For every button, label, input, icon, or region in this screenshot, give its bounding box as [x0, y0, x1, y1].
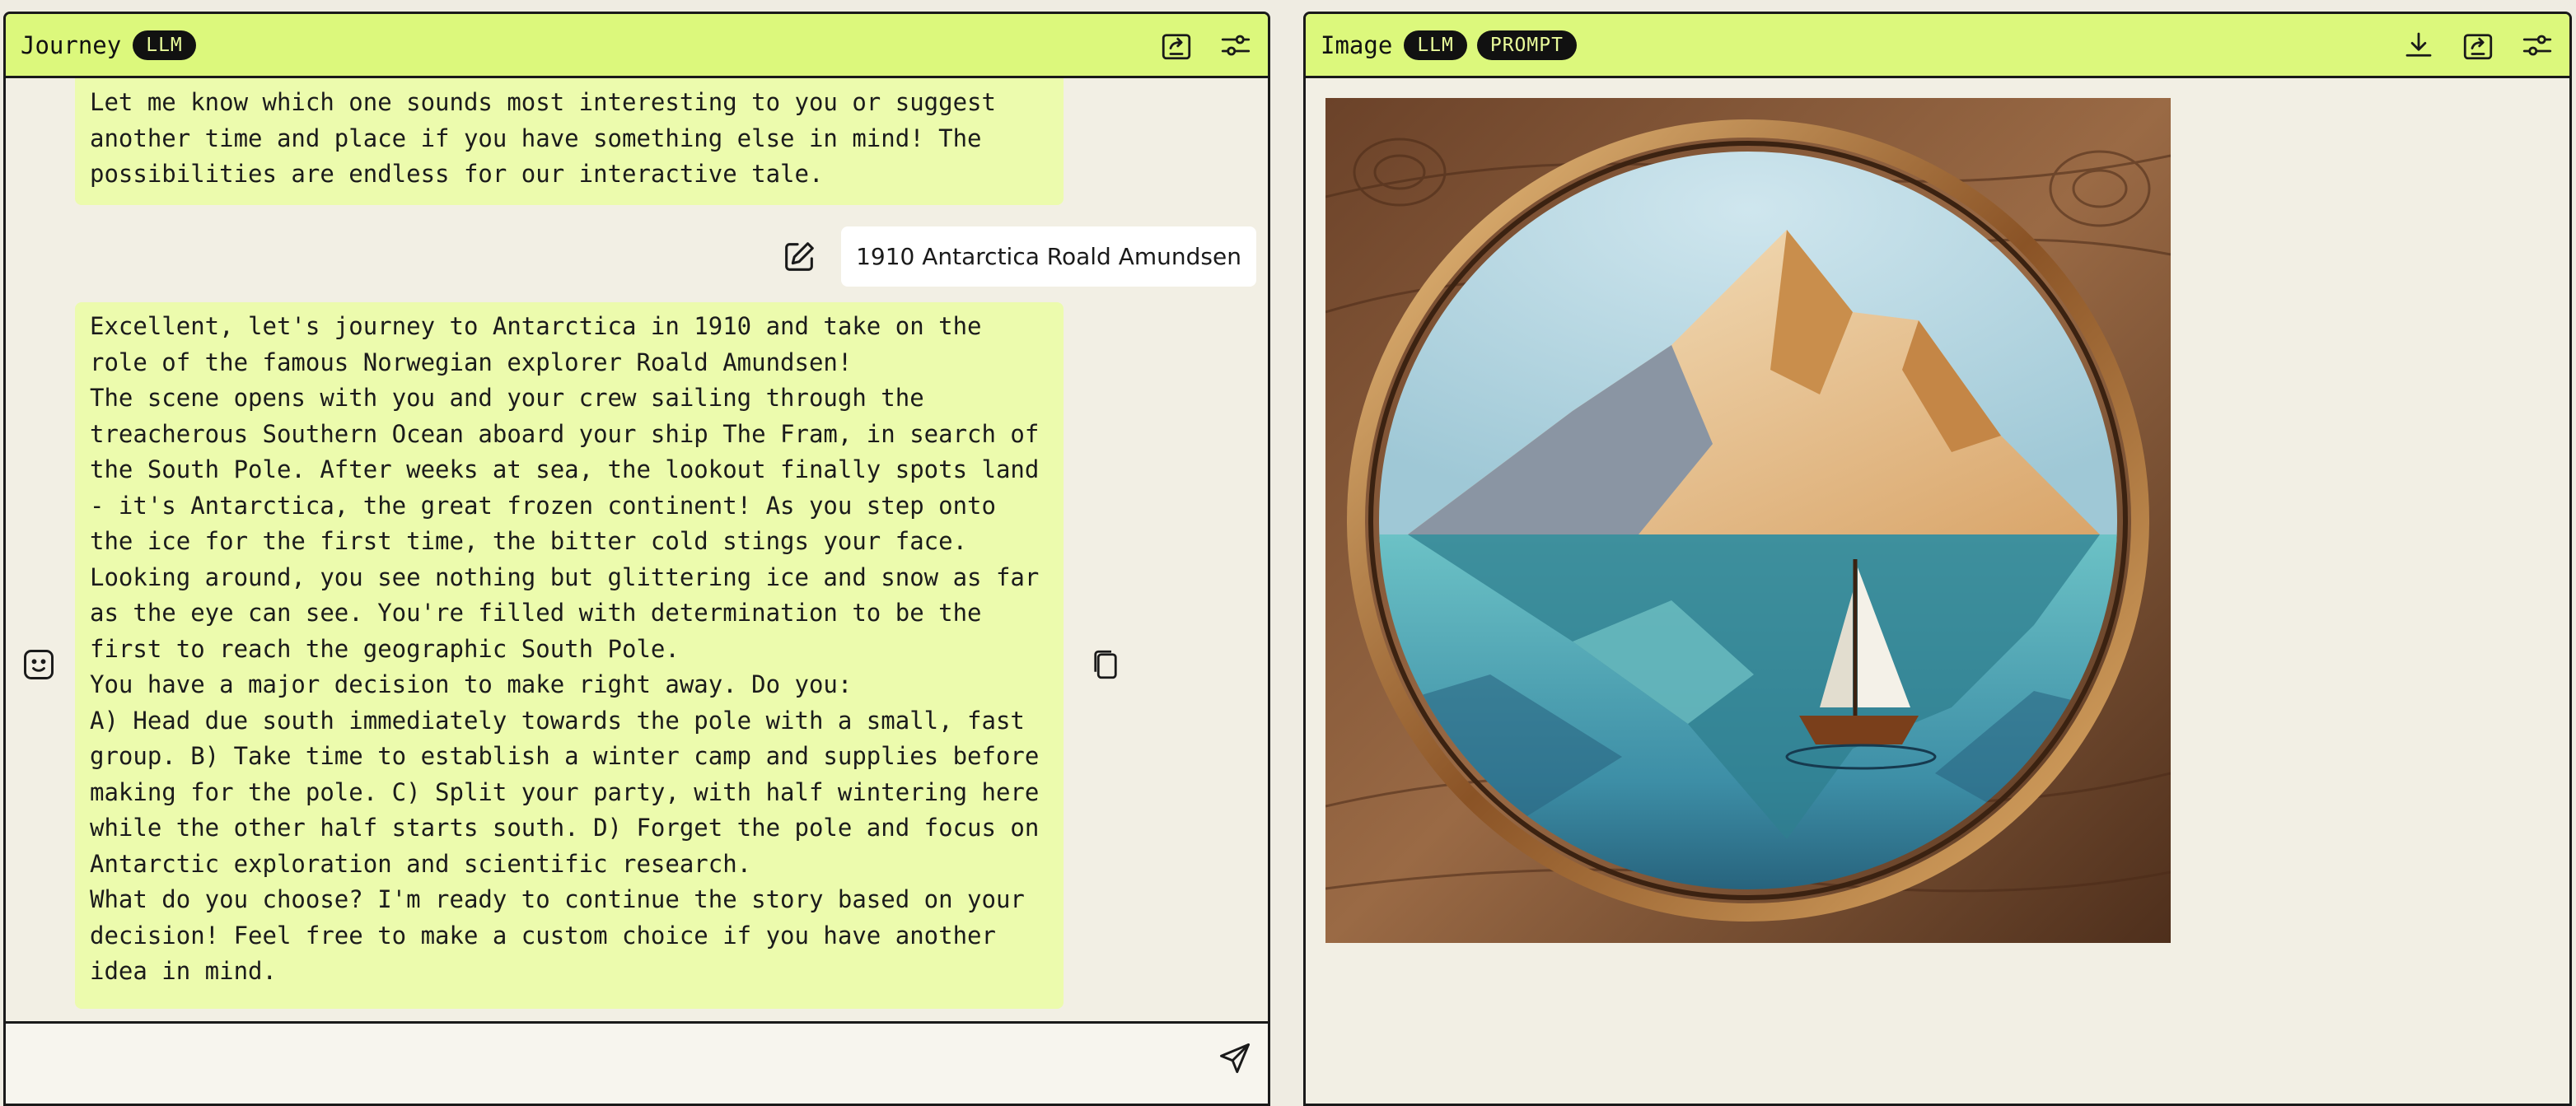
generated-image[interactable]: [1325, 98, 2171, 943]
assistant-message: Let me know which one sounds most intere…: [75, 78, 1064, 205]
prompt-badge: PROMPT: [1476, 30, 1577, 60]
journey-title: Journey: [21, 30, 122, 59]
download-icon[interactable]: [2401, 28, 2436, 63]
settings-sliders-icon[interactable]: [2520, 28, 2555, 63]
message-paragraph: The scene opens with you and your crew s…: [90, 384, 1040, 663]
message-paragraph: Excellent, let's journey to Antarctica i…: [90, 312, 982, 376]
user-message-row: 1910 Antarctica Roald Amundsen: [780, 226, 1256, 287]
share-icon[interactable]: [2461, 28, 2495, 63]
copy-icon[interactable]: [1088, 646, 1123, 683]
send-icon[interactable]: [1217, 1040, 1253, 1076]
image-header-actions: [2401, 14, 2555, 76]
message-paragraph: What do you choose? I'm ready to continu…: [90, 885, 1025, 985]
assistant-message: Excellent, let's journey to Antarctica i…: [75, 302, 1064, 1009]
message-paragraph: You have a major decision to make right …: [90, 670, 853, 698]
journey-header-actions: [1159, 14, 1253, 76]
edit-icon[interactable]: [780, 238, 818, 276]
message-paragraph: A) Head due south immediately towards th…: [90, 706, 1040, 878]
image-panel: Image LLM PROMPT: [1303, 12, 2572, 1106]
message-paragraph: Let me know which one sounds most intere…: [90, 88, 996, 188]
assistant-avatar-icon: [24, 650, 54, 679]
message-input[interactable]: [6, 1024, 1202, 1104]
message-list: Let me know which one sounds most intere…: [6, 78, 1268, 1024]
journey-panel: Journey LLM Let me know which one sounds…: [3, 12, 1270, 1106]
settings-sliders-icon[interactable]: [1218, 28, 1253, 63]
share-icon[interactable]: [1159, 28, 1194, 63]
image-title: Image: [1321, 30, 1393, 59]
image-header: Image LLM PROMPT: [1306, 14, 2569, 78]
journey-header: Journey LLM: [6, 14, 1268, 78]
composer: [6, 1021, 1268, 1104]
llm-badge: LLM: [133, 30, 196, 60]
llm-badge: LLM: [1404, 30, 1467, 60]
user-message: 1910 Antarctica Roald Amundsen: [841, 226, 1256, 287]
